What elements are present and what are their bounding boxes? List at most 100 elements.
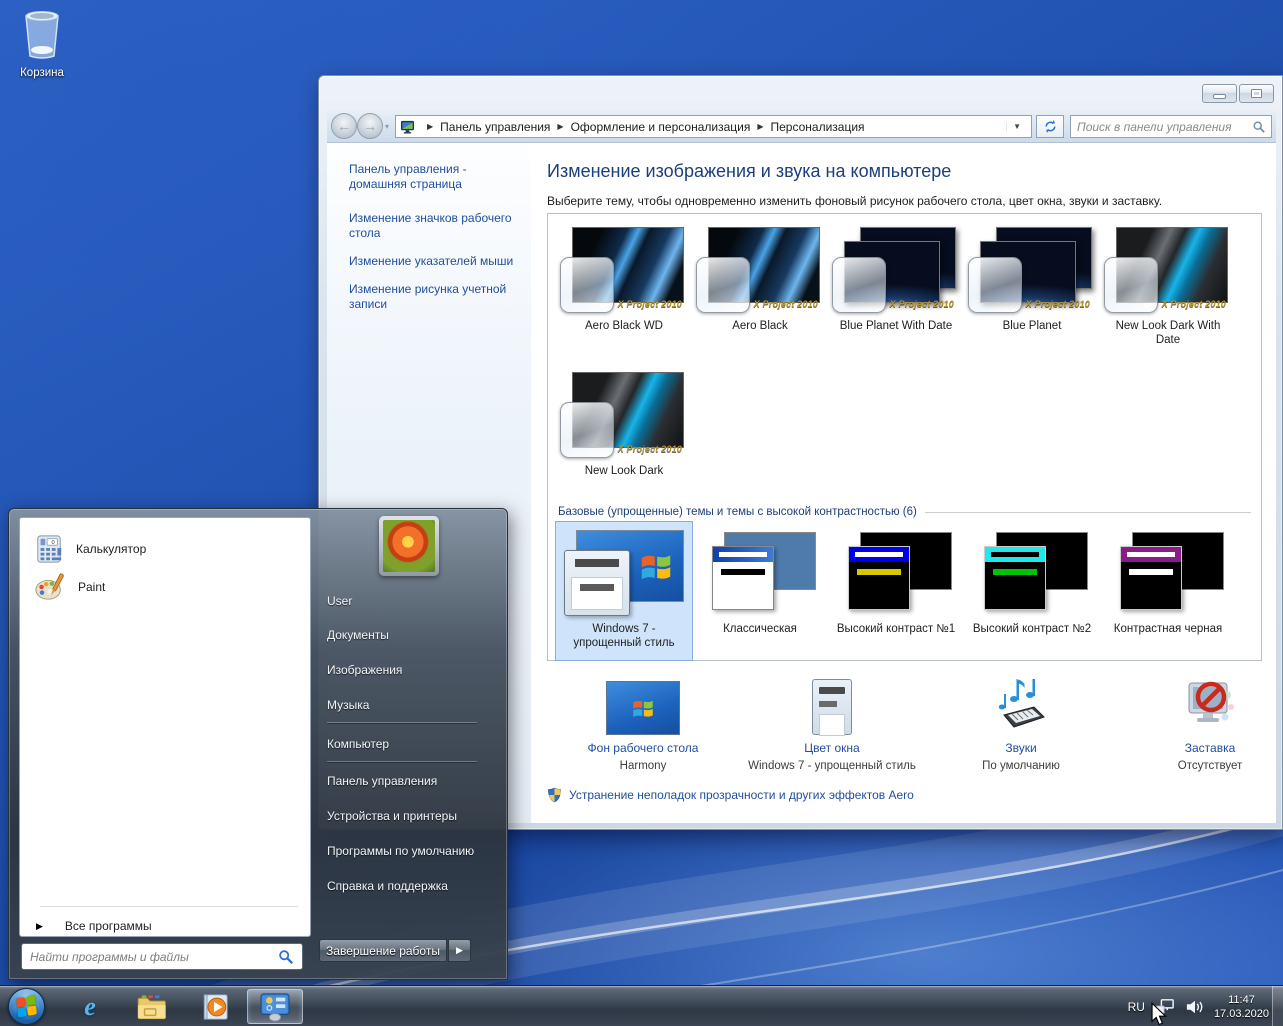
- taskbar-media-player[interactable]: [195, 989, 235, 1024]
- search-icon: [1252, 120, 1266, 134]
- control-panel-main: Изменение изображения и звука на компьют…: [531, 143, 1276, 823]
- back-button[interactable]: ←: [331, 113, 357, 139]
- setting-sounds[interactable]: Звуки По умолчанию: [931, 673, 1111, 772]
- breadcrumb-personalization[interactable]: Персонализация: [770, 120, 864, 134]
- all-programs-label: Все программы: [65, 919, 152, 933]
- theme-high-contrast-1[interactable]: Высокий контраст №1: [828, 522, 964, 660]
- sidebar-link-home[interactable]: Панель управления - домашняя страница: [349, 162, 521, 192]
- theme-blue-planet[interactable]: X Project 2010 Blue Planet: [964, 227, 1100, 333]
- theme-name: Контрастная черная: [1100, 622, 1236, 636]
- setting-screensaver[interactable]: Заставка Отсутствует: [1120, 673, 1283, 772]
- control-panel-search[interactable]: [1070, 115, 1272, 138]
- taskbar-clock[interactable]: 11:47 17.03.2020: [1214, 993, 1269, 1021]
- start-item-control-panel[interactable]: Панель управления: [327, 774, 497, 796]
- theme-aero-black[interactable]: X Project 2010 Aero Black: [692, 227, 828, 333]
- taskbar-windows-explorer[interactable]: [132, 989, 172, 1024]
- theme-classic[interactable]: Классическая: [692, 522, 828, 660]
- setting-desktop-background[interactable]: Фон рабочего стола Harmony: [553, 673, 733, 772]
- start-menu-divider: [327, 722, 477, 723]
- theme-contrast-black[interactable]: Контрастная черная: [1100, 522, 1236, 660]
- taskbar-internet-explorer[interactable]: e: [70, 989, 110, 1024]
- theme-new-look-dark[interactable]: X Project 2010 New Look Dark: [556, 372, 692, 478]
- breadcrumb-arrow-icon[interactable]: ▶: [757, 122, 763, 131]
- all-programs-item[interactable]: ▶ Все программы: [26, 914, 304, 938]
- start-item-user[interactable]: User: [327, 594, 497, 616]
- breadcrumb-appearance[interactable]: Оформление и персонализация: [571, 120, 751, 134]
- setting-title[interactable]: Фон рабочего стола: [553, 741, 733, 755]
- refresh-button[interactable]: [1036, 115, 1064, 138]
- search-input[interactable]: [1071, 120, 1252, 134]
- address-bar[interactable]: ▶ Панель управления ▶ Оформление и персо…: [395, 115, 1032, 138]
- theme-aero-black-wd[interactable]: X Project 2010 Aero Black WD: [556, 227, 692, 333]
- shutdown-options-button[interactable]: ▶: [448, 939, 471, 962]
- start-item-devices-printers[interactable]: Устройства и принтеры: [327, 809, 497, 831]
- sounds-icon: [931, 673, 1111, 735]
- shutdown-button[interactable]: Завершение работы: [319, 939, 447, 962]
- start-menu-right-panel: User Документы Изображения Музыка Компью…: [311, 509, 509, 981]
- glass-overlay: [696, 257, 750, 313]
- theme-thumbnail: [564, 530, 684, 618]
- setting-value: Отсутствует: [1120, 760, 1283, 772]
- desktop-background-icon: [553, 673, 733, 735]
- theme-name: Классическая: [692, 622, 828, 636]
- theme-name: Windows 7 - упрощенный стиль: [556, 622, 692, 650]
- screensaver-icon: [1120, 673, 1283, 735]
- start-item-default-programs[interactable]: Программы по умолчанию: [327, 844, 497, 866]
- theme-name: Blue Planet With Date: [828, 319, 964, 333]
- maximize-button[interactable]: [1239, 84, 1274, 103]
- taskbar-personalization-active[interactable]: [247, 989, 303, 1024]
- window-caption-buttons: [1202, 84, 1274, 103]
- paint-icon: [34, 572, 66, 602]
- troubleshoot-aero-link[interactable]: Устранение неполадок прозрачности и друг…: [547, 787, 914, 803]
- program-paint[interactable]: Paint: [28, 568, 302, 606]
- sidebar-link-desktop-icons[interactable]: Изменение значков рабочего стола: [349, 211, 521, 241]
- page-title: Изменение изображения и звука на компьют…: [547, 161, 951, 182]
- volume-icon[interactable]: [1185, 998, 1205, 1016]
- start-button[interactable]: [8, 988, 45, 1025]
- start-menu-search[interactable]: [21, 943, 303, 970]
- start-menu-programs-panel: 0 Калькулятор Paint: [19, 517, 311, 937]
- theme-thumbnail: X Project 2010: [564, 227, 684, 315]
- recycle-bin-icon: [20, 8, 64, 60]
- breadcrumb-control-panel[interactable]: Панель управления: [440, 120, 550, 134]
- language-indicator[interactable]: RU: [1128, 1000, 1145, 1014]
- start-search-input[interactable]: [22, 950, 278, 964]
- setting-title[interactable]: Звуки: [931, 741, 1111, 755]
- start-menu-separator: [40, 906, 298, 907]
- address-dropdown-icon[interactable]: ▼: [1006, 122, 1027, 131]
- start-item-help-support[interactable]: Справка и поддержка: [327, 879, 497, 901]
- theme-new-look-dark-with-date[interactable]: X Project 2010 New Look Dark With Date: [1100, 227, 1236, 347]
- theme-high-contrast-2[interactable]: Высокий контраст №2: [964, 522, 1100, 660]
- personalization-icon: [400, 120, 415, 134]
- start-menu-divider: [327, 761, 477, 762]
- setting-window-color[interactable]: Цвет окна Windows 7 - упрощенный стиль: [742, 673, 922, 772]
- theme-thumbnail: X Project 2010: [700, 227, 820, 315]
- theme-windows7-basic[interactable]: Windows 7 - упрощенный стиль: [556, 522, 692, 660]
- breadcrumb-arrow-icon[interactable]: ▶: [557, 122, 563, 131]
- forward-button[interactable]: →: [357, 113, 383, 139]
- history-dropdown-icon[interactable]: ▾: [385, 122, 389, 131]
- uac-shield-icon: [547, 787, 562, 803]
- theme-name: New Look Dark: [556, 464, 692, 478]
- sidebar-link-account-picture[interactable]: Изменение рисунка учетной записи: [349, 282, 521, 312]
- start-item-documents[interactable]: Документы: [327, 628, 497, 650]
- taskbar: e RU: [0, 985, 1283, 1026]
- setting-title[interactable]: Заставка: [1120, 741, 1283, 755]
- theme-thumbnail: X Project 2010: [836, 227, 956, 315]
- media-player-icon: [200, 992, 230, 1022]
- user-avatar[interactable]: [379, 516, 439, 576]
- start-item-pictures[interactable]: Изображения: [327, 663, 497, 685]
- start-item-music[interactable]: Музыка: [327, 698, 497, 720]
- setting-title[interactable]: Цвет окна: [742, 741, 922, 755]
- minimize-button[interactable]: [1202, 84, 1237, 103]
- show-desktop-button[interactable]: [1272, 986, 1283, 1026]
- theme-thumbnail: [836, 530, 956, 618]
- troubleshoot-label: Устранение неполадок прозрачности и друг…: [569, 788, 914, 802]
- watermark-label: X Project 2010: [618, 444, 682, 454]
- recycle-bin[interactable]: Корзина: [10, 8, 74, 79]
- theme-name: Высокий контраст №1: [828, 622, 964, 636]
- start-item-computer[interactable]: Компьютер: [327, 737, 497, 759]
- sidebar-link-mouse-pointers[interactable]: Изменение указателей мыши: [349, 254, 521, 269]
- program-calculator[interactable]: 0 Калькулятор: [28, 530, 302, 568]
- theme-blue-planet-with-date[interactable]: X Project 2010 Blue Planet With Date: [828, 227, 964, 333]
